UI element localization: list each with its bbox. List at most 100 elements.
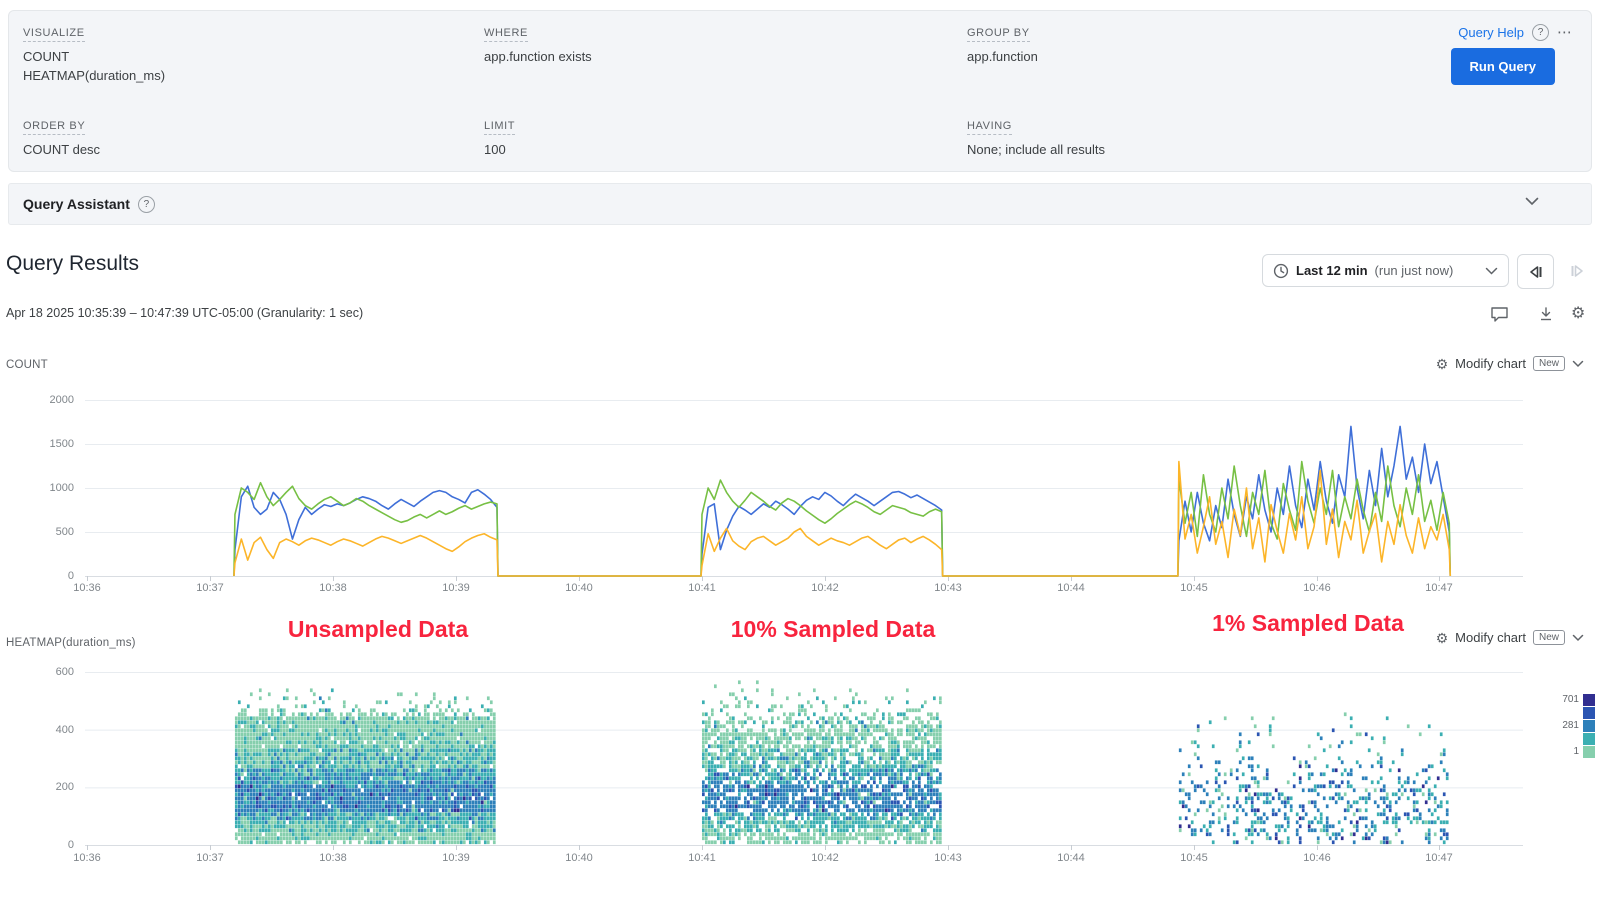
heatmap-legend-swatch — [1583, 694, 1595, 706]
page-title: Query Results — [6, 252, 139, 276]
x-tick-label: 10:36 — [61, 582, 113, 594]
assistant-help-icon[interactable]: ? — [138, 196, 155, 213]
clause-order-by[interactable]: ORDER BY COUNT desc — [23, 116, 100, 158]
chevron-down-icon[interactable] — [1525, 197, 1539, 206]
visualize-value: HEATMAP(duration_ms) — [23, 68, 165, 84]
clause-group-by[interactable]: GROUP BY app.function — [967, 23, 1038, 65]
y-tick-label: 200 — [28, 781, 74, 793]
modify-chart-label: Modify chart — [1455, 356, 1526, 371]
order-by-label[interactable]: ORDER BY — [23, 120, 85, 135]
y-tick-label: 600 — [28, 666, 74, 678]
count-chart: 0 500 1000 1500 2000 10:36 10:37 10:38 10:39 10:4… — [0, 392, 1600, 604]
query-help-link[interactable]: Query Help — [1458, 25, 1524, 40]
x-tick-label: 10:37 — [184, 852, 236, 864]
time-range-note: (run just now) — [1375, 263, 1454, 278]
new-badge: New — [1533, 356, 1565, 371]
comment-icon[interactable] — [1490, 306, 1509, 323]
heatmap-legend-value: 281 — [1545, 720, 1579, 732]
clause-visualize[interactable]: VISUALIZE COUNT HEATMAP(duration_ms) — [23, 23, 165, 84]
x-tick-label: 10:47 — [1413, 852, 1465, 864]
x-tick-label: 10:43 — [922, 852, 974, 864]
download-icon[interactable] — [1537, 306, 1555, 323]
query-help-row: Query Help ? ⋯ — [1458, 23, 1573, 41]
heatmap-legend-swatch — [1583, 707, 1595, 719]
x-tick-label: 10:39 — [430, 852, 482, 864]
honeycomb-query-page: VISUALIZE COUNT HEATMAP(duration_ms) WHE… — [0, 0, 1600, 909]
group-by-value: app.function — [967, 49, 1038, 65]
visualize-label[interactable]: VISUALIZE — [23, 27, 85, 42]
gear-icon: ⚙ — [1436, 631, 1449, 645]
x-tick-label: 10:38 — [307, 582, 359, 594]
y-tick-label: 0 — [28, 570, 74, 582]
run-query-button[interactable]: Run Query — [1451, 48, 1555, 85]
x-tick-label: 10:46 — [1291, 852, 1343, 864]
where-value: app.function exists — [484, 49, 592, 65]
heatmap-chart: 0 200 400 600 10:36 10:37 10:38 10:39 10:40 10:41… — [0, 656, 1600, 868]
chevron-down-icon — [1485, 267, 1498, 275]
heatmap-legend-swatch — [1583, 746, 1595, 758]
clock-icon — [1273, 263, 1289, 279]
new-badge: New — [1533, 630, 1565, 645]
help-icon[interactable]: ? — [1532, 24, 1549, 41]
having-label[interactable]: HAVING — [967, 120, 1012, 135]
clause-where[interactable]: WHERE app.function exists — [484, 23, 592, 65]
y-tick-label: 1000 — [28, 482, 74, 494]
clause-having[interactable]: HAVING None; include all results — [967, 116, 1105, 158]
modify-chart-label: Modify chart — [1455, 630, 1526, 645]
y-tick-label: 0 — [28, 839, 74, 851]
limit-label[interactable]: LIMIT — [484, 120, 515, 135]
time-range-dropdown[interactable]: Last 12 min (run just now) — [1262, 254, 1509, 287]
visualize-value: COUNT — [23, 49, 165, 65]
x-tick-label: 10:43 — [922, 582, 974, 594]
x-tick-label: 10:42 — [799, 852, 851, 864]
count-chart-canvas[interactable] — [0, 392, 1600, 604]
annotation-1pct: 1% Sampled Data — [1212, 610, 1404, 637]
group-by-label[interactable]: GROUP BY — [967, 27, 1030, 42]
x-tick-label: 10:44 — [1045, 582, 1097, 594]
gear-icon: ⚙ — [1436, 357, 1449, 371]
order-by-value: COUNT desc — [23, 142, 100, 158]
x-tick-label: 10:45 — [1168, 852, 1220, 864]
count-modify-chart[interactable]: ⚙ Modify chart New — [1436, 356, 1584, 371]
chevron-down-icon — [1572, 360, 1584, 368]
x-tick-label: 10:40 — [553, 852, 605, 864]
history-forward-button[interactable] — [1560, 254, 1595, 287]
x-tick-label: 10:40 — [553, 582, 605, 594]
history-back-button[interactable] — [1517, 254, 1554, 289]
clause-limit[interactable]: LIMIT 100 — [484, 116, 515, 158]
x-tick-label: 10:41 — [676, 852, 728, 864]
x-tick-label: 10:47 — [1413, 582, 1465, 594]
x-tick-label: 10:41 — [676, 582, 728, 594]
y-tick-label: 400 — [28, 724, 74, 736]
heatmap-legend-value: 1 — [1545, 746, 1579, 758]
x-tick-label: 10:37 — [184, 582, 236, 594]
query-assistant-bar[interactable]: Query Assistant ? — [8, 183, 1592, 225]
x-tick-label: 10:36 — [61, 852, 113, 864]
heatmap-chart-label: HEATMAP(duration_ms) — [6, 637, 136, 649]
chevron-down-icon — [1572, 634, 1584, 642]
overflow-menu-icon[interactable]: ⋯ — [1557, 23, 1573, 41]
annotation-unsampled: Unsampled Data — [288, 616, 468, 643]
heatmap-legend-swatch — [1583, 733, 1595, 745]
limit-value: 100 — [484, 142, 515, 158]
x-tick-label: 10:44 — [1045, 852, 1097, 864]
x-tick-label: 10:45 — [1168, 582, 1220, 594]
gear-icon[interactable]: ⚙ — [1571, 303, 1585, 323]
heatmap-modify-chart[interactable]: ⚙ Modify chart New — [1436, 630, 1584, 645]
x-tick-label: 10:39 — [430, 582, 482, 594]
x-tick-label: 10:42 — [799, 582, 851, 594]
heatmap-chart-canvas[interactable] — [0, 656, 1600, 868]
count-chart-label: COUNT — [6, 359, 48, 371]
annotation-10pct: 10% Sampled Data — [731, 616, 936, 643]
x-tick-label: 10:38 — [307, 852, 359, 864]
time-range-value: Last 12 min — [1296, 263, 1368, 278]
y-tick-label: 2000 — [28, 394, 74, 406]
where-label[interactable]: WHERE — [484, 27, 528, 42]
heatmap-legend-swatch — [1583, 720, 1595, 732]
having-value: None; include all results — [967, 142, 1105, 158]
query-builder-panel: VISUALIZE COUNT HEATMAP(duration_ms) WHE… — [8, 10, 1592, 172]
query-time-window: Apr 18 2025 10:35:39 – 10:47:39 UTC-05:0… — [6, 306, 363, 320]
y-tick-label: 1500 — [28, 438, 74, 450]
y-tick-label: 500 — [28, 526, 74, 538]
heatmap-legend-value: 701 — [1545, 694, 1579, 706]
